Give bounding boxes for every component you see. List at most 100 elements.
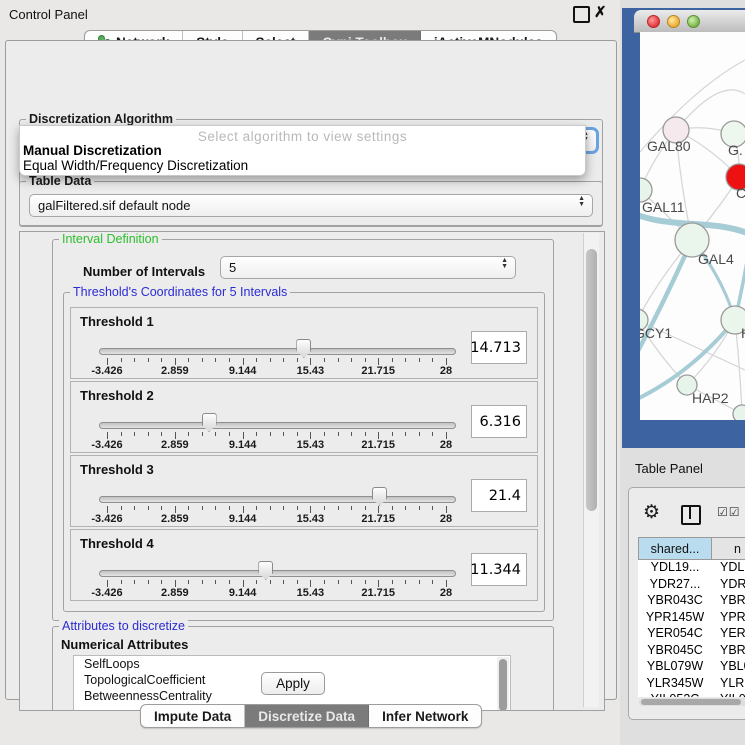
close-icon[interactable]: ✗: [594, 3, 607, 21]
tick-mark: [432, 432, 433, 436]
table-panel: ⚙ ☑☑ shared... n YDL19...YDL1YDR27...YDR…: [628, 487, 745, 720]
slider-thumb[interactable]: [296, 339, 311, 358]
scrollbar-thumb[interactable]: [586, 249, 597, 511]
tick-label: 21.715: [361, 587, 395, 599]
list-item[interactable]: SelfLoops: [74, 656, 510, 672]
cell-name[interactable]: YPR1: [712, 610, 745, 627]
table-row[interactable]: YDR27...YDR2: [638, 577, 745, 594]
table-row[interactable]: YER054CYER0: [638, 626, 745, 643]
tab-infer-network[interactable]: Infer Network: [369, 705, 481, 727]
select-columns-icon[interactable]: ☑☑: [717, 505, 741, 519]
minimize-traffic-icon[interactable]: [667, 15, 680, 28]
number-of-intervals-combobox[interactable]: 5 ▲▼: [220, 256, 516, 279]
tick-mark: [351, 432, 352, 436]
cell-shared-name[interactable]: YBR043C: [638, 593, 712, 610]
tick-mark: [107, 506, 108, 513]
table-row[interactable]: YIL052CYIL0: [638, 692, 745, 697]
threshold-panel: Threshold 1 -3.4262.8599.14415.4321.7152…: [70, 307, 538, 379]
cell-name[interactable]: YBR0: [712, 643, 745, 660]
threshold-slider[interactable]: [99, 496, 456, 503]
cell-name[interactable]: YBR0: [712, 593, 745, 610]
cell-shared-name[interactable]: YBR045C: [638, 643, 712, 660]
scrollbar-thumb[interactable]: [499, 659, 507, 711]
threshold-slider[interactable]: [99, 348, 456, 355]
cell-shared-name[interactable]: YPR145W: [638, 610, 712, 627]
float-window-icon[interactable]: [573, 6, 590, 23]
network-canvas[interactable]: GAL80G.CGAL11GAL4GCY1HHAP2: [640, 32, 745, 420]
cell-shared-name[interactable]: YBL079W: [638, 659, 712, 676]
tab-label: Impute Data: [154, 709, 231, 724]
network-node[interactable]: [733, 405, 745, 420]
table-data-combobox[interactable]: galFiltered.sif default node ▲▼: [29, 194, 593, 217]
slider-thumb[interactable]: [202, 413, 217, 432]
list-scrollbar[interactable]: [497, 657, 509, 711]
tick-mark: [229, 580, 230, 584]
group-title: Discretization Algorithm: [26, 112, 176, 126]
column-header-shared-name[interactable]: shared...: [638, 538, 712, 559]
table-row[interactable]: YPR145WYPR1: [638, 610, 745, 627]
node-table[interactable]: shared... n YDL19...YDL1YDR27...YDR2YBR0…: [638, 537, 745, 697]
tick-label: 15.43: [297, 439, 325, 451]
table-data-group: Table Data galFiltered.sif default node …: [19, 181, 603, 226]
zoom-traffic-icon[interactable]: [687, 15, 700, 28]
dropdown-option-manual[interactable]: Manual Discretization: [22, 143, 583, 158]
table-row[interactable]: YLR345WYLR3: [638, 676, 745, 693]
cell-name[interactable]: YDL1: [712, 560, 745, 577]
threshold-value-field[interactable]: 14.713: [471, 331, 527, 364]
tick-mark: [378, 580, 379, 587]
cell-shared-name[interactable]: YER054C: [638, 626, 712, 643]
node-label: H: [741, 325, 745, 341]
algorithm-dropdown-popup: Select algorithm to view settings Manual…: [19, 125, 586, 176]
cell-shared-name[interactable]: YLR345W: [638, 676, 712, 693]
threshold-value-field[interactable]: 21.4: [471, 479, 527, 512]
gear-icon[interactable]: ⚙: [643, 503, 660, 522]
table-row[interactable]: YBR045CYBR0: [638, 643, 745, 660]
threshold-slider[interactable]: [99, 422, 456, 429]
tab-impute-data[interactable]: Impute Data: [141, 705, 245, 727]
combo-value: galFiltered.sif default node: [38, 198, 190, 213]
table-row[interactable]: YBL079WYBL0: [638, 659, 745, 676]
scrollbar-thumb[interactable]: [641, 699, 741, 705]
cell-name[interactable]: YIL0: [712, 692, 745, 697]
cell-shared-name[interactable]: YDR27...: [638, 577, 712, 594]
column-header-name[interactable]: n: [712, 538, 745, 559]
threshold-value-field[interactable]: 6.316: [471, 405, 527, 438]
tick-mark: [365, 580, 366, 584]
tick-mark: [446, 358, 447, 365]
split-columns-icon[interactable]: [681, 505, 701, 525]
tick-mark: [202, 358, 203, 362]
cell-name[interactable]: YBL0: [712, 659, 745, 676]
apply-button[interactable]: Apply: [261, 672, 325, 695]
tick-mark: [243, 580, 244, 587]
tab-discretize-data[interactable]: Discretize Data: [245, 705, 369, 727]
tick-mark: [107, 432, 108, 439]
tick-mark: [378, 432, 379, 439]
tick-mark: [121, 358, 122, 362]
threshold-value-field[interactable]: 11.344: [471, 553, 527, 586]
table-row[interactable]: YBR043CYBR0: [638, 593, 745, 610]
dropdown-option-equal-width[interactable]: Equal Width/Frequency Discretization: [22, 158, 583, 173]
table-header-row: shared... n: [638, 537, 745, 560]
tick-mark: [161, 580, 162, 584]
slider-thumb[interactable]: [372, 487, 387, 506]
table-row[interactable]: YDL19...YDL1: [638, 560, 745, 577]
slider-thumb[interactable]: [258, 561, 273, 580]
threshold-slider[interactable]: [99, 570, 456, 577]
group-title: Threshold's Coordinates for 5 Intervals: [70, 285, 290, 299]
cell-name[interactable]: YLR3: [712, 676, 745, 693]
threshold-label: Threshold 2: [80, 388, 154, 403]
tick-mark: [338, 506, 339, 510]
node-label: GAL4: [698, 251, 734, 267]
cell-shared-name[interactable]: YDL19...: [638, 560, 712, 577]
tick-mark: [419, 580, 420, 584]
network-window-titlebar[interactable]: [634, 10, 745, 33]
tick-label: 9.144: [229, 365, 257, 377]
horizontal-scrollbar[interactable]: [639, 698, 745, 706]
cell-shared-name[interactable]: YIL052C: [638, 692, 712, 697]
tick-mark: [297, 506, 298, 510]
tick-mark: [392, 358, 393, 362]
vertical-scrollbar[interactable]: [583, 233, 599, 707]
cell-name[interactable]: YDR2: [712, 577, 745, 594]
cell-name[interactable]: YER0: [712, 626, 745, 643]
close-traffic-icon[interactable]: [647, 15, 660, 28]
